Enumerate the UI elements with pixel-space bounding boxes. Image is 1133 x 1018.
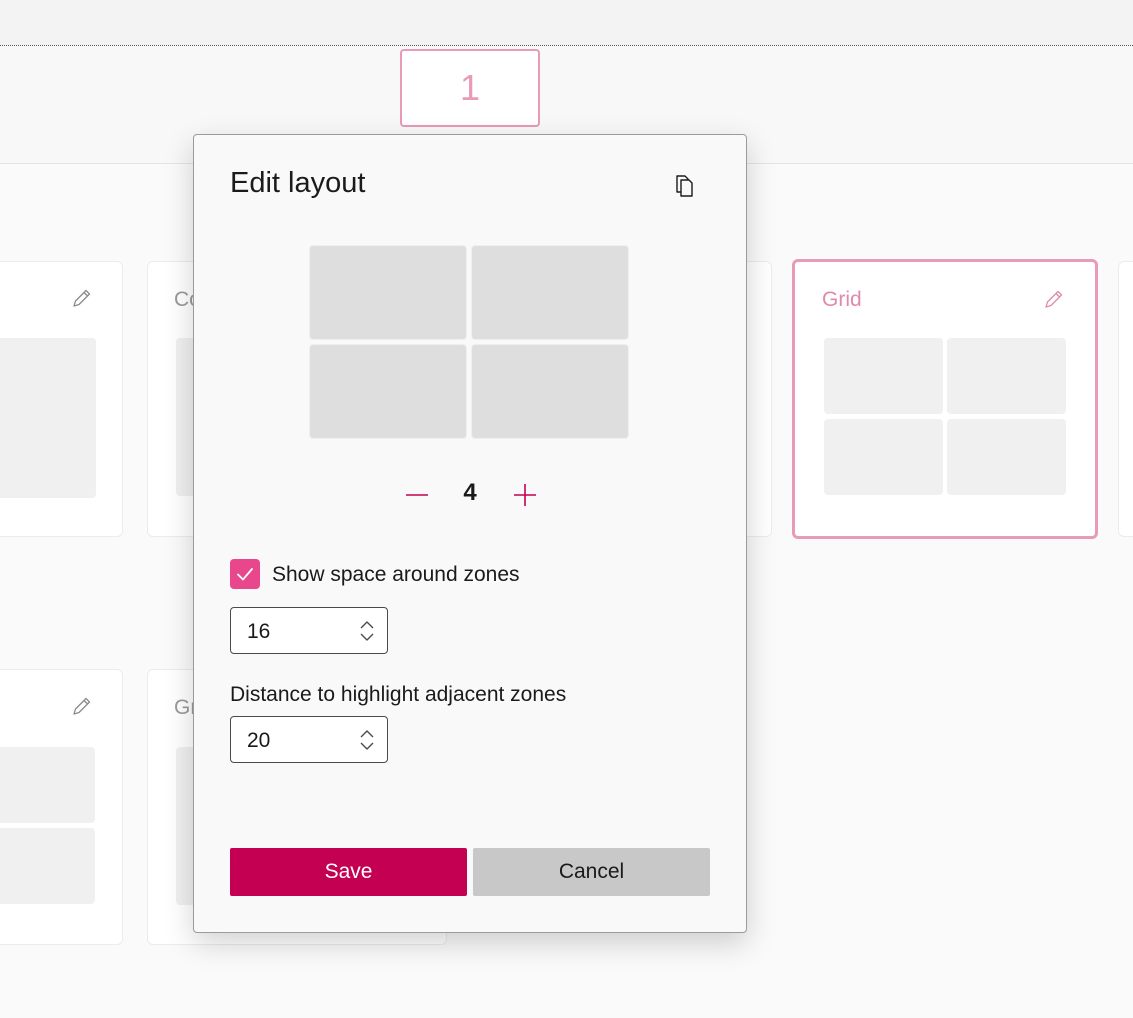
zone-preview <box>0 747 95 823</box>
zone <box>471 245 629 340</box>
zone-preview <box>0 828 95 904</box>
plus-icon <box>514 484 536 506</box>
distance-label: Distance to highlight adjacent zones <box>230 683 567 706</box>
show-space-label: Show space around zones <box>272 563 520 586</box>
distance-value: 20 <box>247 729 271 752</box>
save-button[interactable]: Save <box>230 848 467 896</box>
zone <box>309 344 467 439</box>
layout-preview <box>309 245 633 441</box>
pencil-icon[interactable] <box>71 695 93 717</box>
dialog-title: Edit layout <box>230 167 366 199</box>
copy-icon[interactable] <box>672 172 698 198</box>
checkmark-icon <box>237 568 253 581</box>
zone-preview <box>824 338 943 414</box>
zone-preview <box>824 419 943 495</box>
zone-count: 4 <box>463 479 477 506</box>
zone-preview <box>0 338 96 498</box>
decrease-zones-button[interactable] <box>399 477 435 513</box>
zone-preview <box>947 419 1066 495</box>
card-title: Grid <box>822 288 862 311</box>
monitor-1-button[interactable]: 1 <box>400 49 540 127</box>
increase-zones-button[interactable] <box>507 477 543 513</box>
zone <box>309 245 467 340</box>
layout-card-partial-right[interactable] <box>1118 261 1133 537</box>
chevron-up-down-icon[interactable] <box>359 620 375 642</box>
space-value: 16 <box>247 620 271 643</box>
edit-layout-dialog: Edit layout 4 Show space around zones 16… <box>193 134 747 933</box>
pencil-icon[interactable] <box>1043 288 1065 310</box>
layout-card-grid[interactable]: Grid <box>792 259 1098 539</box>
layout-card-partial-left[interactable] <box>0 261 123 537</box>
space-around-zones-input[interactable]: 16 <box>230 607 388 654</box>
top-bar <box>0 0 1133 45</box>
monitor-number: 1 <box>459 67 481 108</box>
cancel-button[interactable]: Cancel <box>473 848 710 896</box>
pencil-icon[interactable] <box>71 287 93 309</box>
zone <box>471 344 629 439</box>
show-space-checkbox[interactable] <box>230 559 260 589</box>
chevron-up-down-icon[interactable] <box>359 729 375 751</box>
layout-card-partial-left-2[interactable] <box>0 669 123 945</box>
highlight-distance-input[interactable]: 20 <box>230 716 388 763</box>
zone-preview <box>947 338 1066 414</box>
